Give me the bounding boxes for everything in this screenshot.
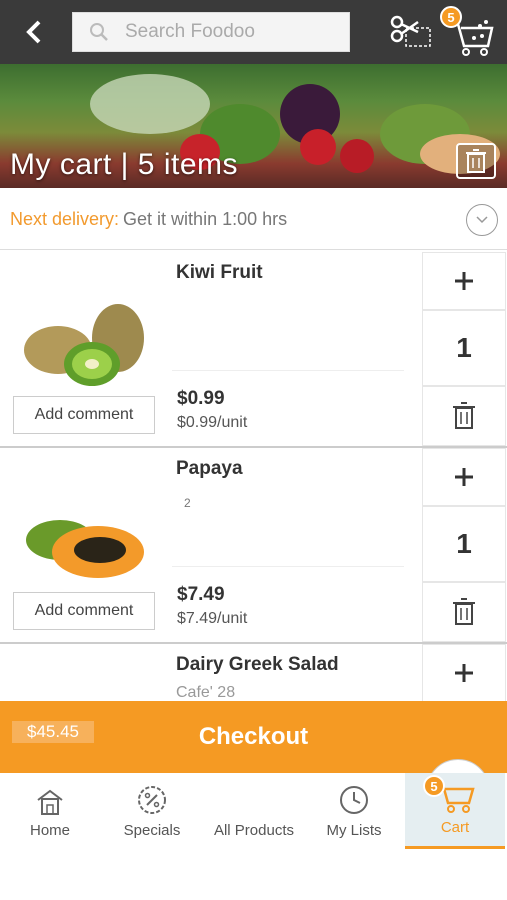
clock-list-icon <box>340 786 368 814</box>
item-note: Cafe' 28 <box>176 684 236 701</box>
nav-label: Cart <box>440 819 470 836</box>
cart-total: $45.45 <box>12 721 94 743</box>
top-bar: 5 <box>0 0 507 64</box>
clear-cart-button[interactable] <box>456 143 496 179</box>
add-comment-button[interactable]: Add comment <box>13 592 155 630</box>
delivery-label: Next delivery: <box>10 209 120 229</box>
search-box[interactable] <box>72 12 350 52</box>
bottom-whitespace <box>0 853 507 900</box>
item-note: 2 <box>184 496 191 510</box>
increase-quantity-button[interactable] <box>422 252 506 310</box>
plus-icon <box>455 468 473 486</box>
back-button[interactable] <box>14 14 54 50</box>
vegetable-decoration <box>90 74 210 134</box>
item-price: $0.99 <box>177 388 225 409</box>
nav-tab-cart[interactable]: 5 Cart <box>405 773 505 849</box>
tomato-decoration <box>300 129 336 165</box>
search-input[interactable] <box>125 21 335 43</box>
trash-icon <box>466 149 486 173</box>
home-icon <box>37 789 63 815</box>
plus-icon <box>455 664 473 682</box>
item-price: $7.49 <box>177 584 225 605</box>
item-name: Papaya <box>176 458 243 479</box>
nav-tab-specials[interactable]: Specials <box>102 773 202 849</box>
nav-label: Home <box>29 822 70 839</box>
cart-button[interactable]: 5 <box>440 6 498 58</box>
item-quantity: 1 <box>422 506 506 582</box>
nav-cart-badge: 5 <box>423 775 445 797</box>
nav-tab-home[interactable]: Home <box>0 773 100 849</box>
item-unit-price: $0.99/unit <box>177 414 248 431</box>
trash-icon <box>453 402 475 429</box>
cart-hero-banner: My cart | 5 items <box>0 64 507 188</box>
nav-tab-my-lists[interactable]: My Lists <box>304 773 404 849</box>
delivery-expand-button[interactable] <box>466 204 498 236</box>
cart-count-badge: 5 <box>440 6 462 28</box>
increase-quantity-button[interactable] <box>422 644 506 702</box>
nav-label: All Products <box>213 822 295 839</box>
percent-badge-icon <box>138 786 166 814</box>
cart-item: Papaya 2 $7.49 $7.49/unit Add comment 1 <box>0 448 507 644</box>
tomato-decoration <box>340 139 374 173</box>
papaya-image <box>14 488 154 588</box>
cart-title: My cart | 5 items <box>10 148 238 181</box>
add-comment-button[interactable]: Add comment <box>13 396 155 434</box>
delivery-value: Get it within 1:00 hrs <box>123 209 288 229</box>
delivery-info: Next delivery: Get it within 1:00 hrs <box>0 190 507 250</box>
nav-label: Specials <box>123 822 181 839</box>
coupon-scissors-icon[interactable] <box>388 12 434 52</box>
item-divider <box>172 370 404 371</box>
item-name: Dairy Greek Salad <box>176 654 339 675</box>
nav-tab-all-products[interactable]: All Products <box>204 759 490 849</box>
remove-item-button[interactable] <box>422 582 506 642</box>
checkout-label: Checkout <box>198 723 309 750</box>
kiwi-image <box>14 292 154 392</box>
cart-item: Kiwi Fruit $0.99 $0.99/unit Add comment … <box>0 252 507 448</box>
item-divider <box>172 566 404 567</box>
item-unit-price: $7.49/unit <box>177 610 248 627</box>
nav-label: My Lists <box>326 822 382 839</box>
plus-icon <box>455 272 473 290</box>
increase-quantity-button[interactable] <box>422 448 506 506</box>
bottom-nav: Home Specials All Products My Lists 5 Ca… <box>0 759 507 853</box>
trash-icon <box>453 598 475 625</box>
search-icon <box>73 22 125 42</box>
chevron-down-icon <box>476 216 488 224</box>
checkout-button[interactable]: $45.45 Checkout <box>0 701 507 773</box>
nav-cart-icon-wrap: 5 <box>423 775 477 813</box>
remove-item-button[interactable] <box>422 386 506 446</box>
cart-item: Dairy Greek Salad Cafe' 28 <box>0 644 507 704</box>
back-arrow-icon <box>26 20 41 44</box>
item-name: Kiwi Fruit <box>176 262 263 283</box>
item-quantity: 1 <box>422 310 506 386</box>
